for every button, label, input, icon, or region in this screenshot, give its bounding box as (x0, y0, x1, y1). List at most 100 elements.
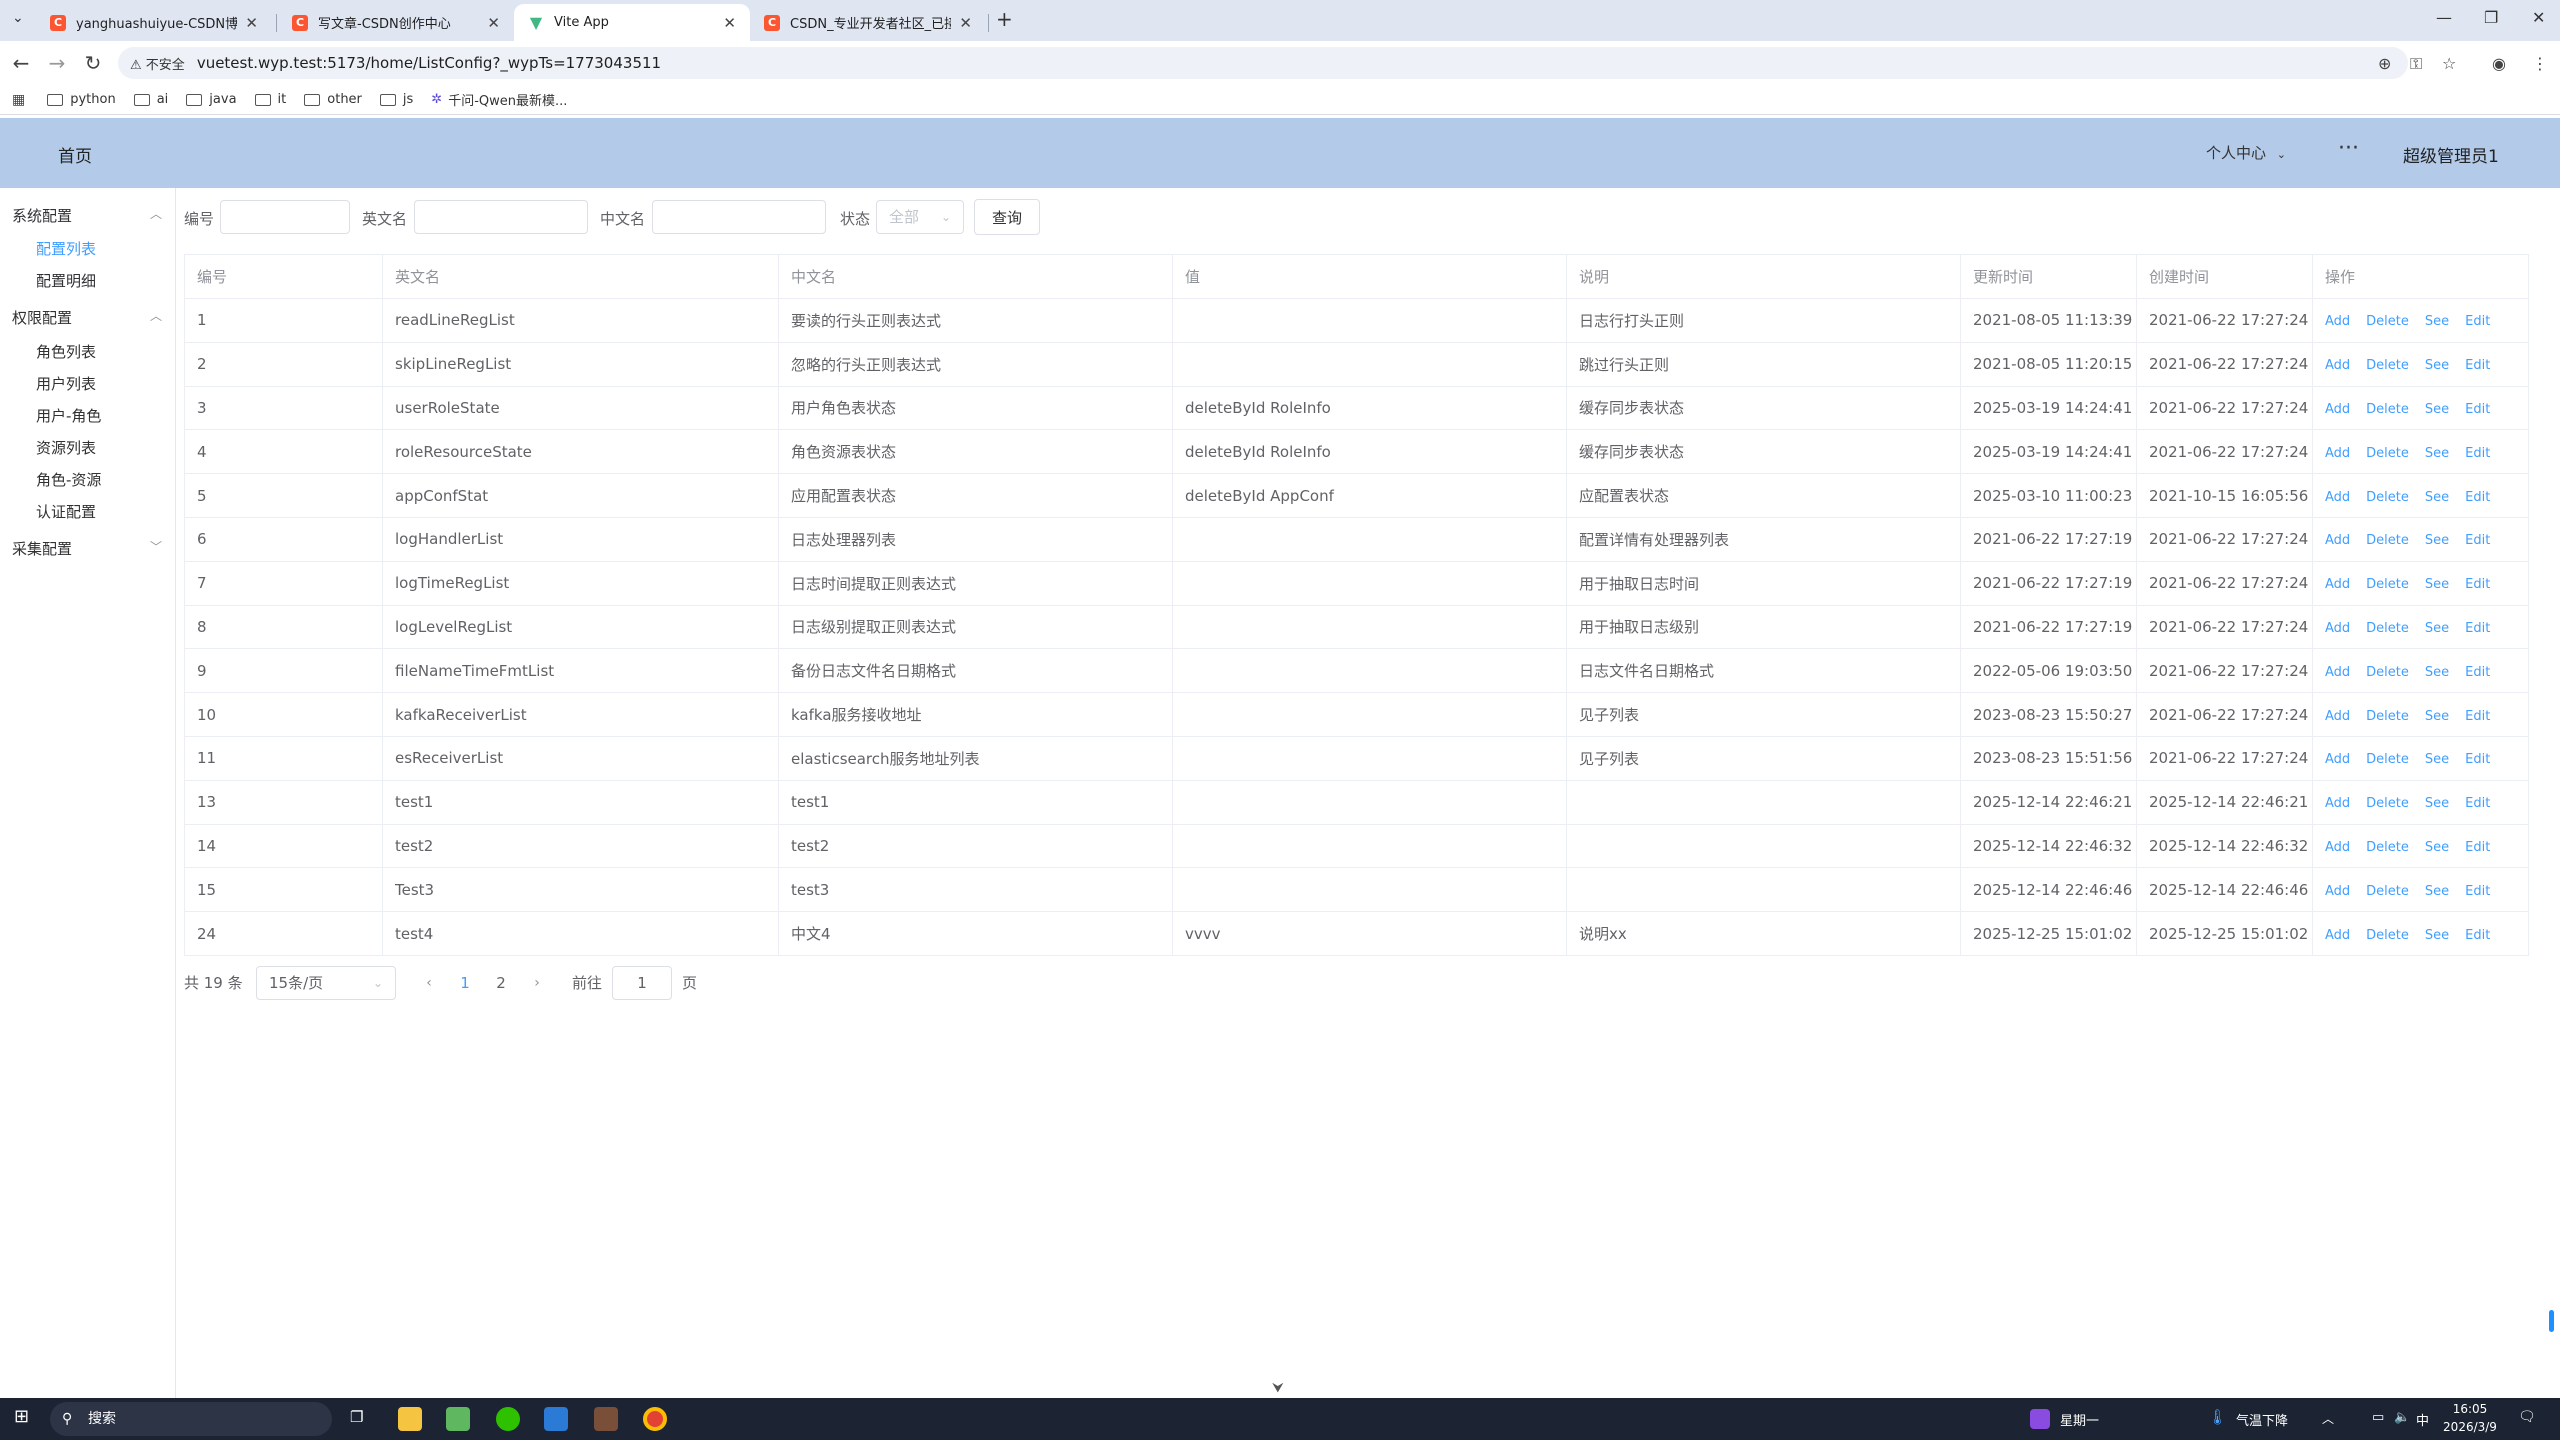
bookmark-qwen[interactable]: ✲ 千问-Qwen最新模... (431, 90, 567, 109)
chevron-down-icon[interactable]: ﹀ (150, 538, 162, 555)
edit-button[interactable]: Edit (2465, 577, 2490, 592)
apps-grid-icon[interactable]: ▦ (12, 92, 25, 108)
sidebar-item-user-list[interactable]: 用户列表 (36, 373, 96, 394)
password-key-icon[interactable]: ⚿ (2410, 54, 2422, 74)
clock-date[interactable]: 2026/3/9 (2442, 1420, 2498, 1434)
edit-button[interactable]: Edit (2465, 752, 2490, 767)
delete-button[interactable]: Delete (2366, 446, 2409, 461)
edit-button[interactable]: Edit (2465, 884, 2490, 899)
clock-time[interactable]: 16:05 (2442, 1402, 2498, 1416)
tab-search-icon[interactable]: ⌄ (12, 10, 24, 26)
add-button[interactable]: Add (2325, 752, 2350, 767)
notepad-icon[interactable] (446, 1407, 470, 1431)
next-page-icon[interactable]: › (522, 968, 552, 998)
add-button[interactable]: Add (2325, 928, 2350, 943)
security-indicator[interactable]: ⚠ 不安全 (130, 54, 185, 73)
see-button[interactable]: See (2425, 314, 2449, 329)
add-button[interactable]: Add (2325, 533, 2350, 548)
bookmark-folder-other[interactable]: other (304, 92, 362, 107)
delete-button[interactable]: Delete (2366, 796, 2409, 811)
edit-button[interactable]: Edit (2465, 665, 2490, 680)
see-button[interactable]: See (2425, 884, 2449, 899)
windows-start-icon[interactable]: ⊞ (14, 1406, 29, 1427)
add-button[interactable]: Add (2325, 665, 2350, 680)
delete-button[interactable]: Delete (2366, 709, 2409, 724)
restore-icon[interactable]: ❐ (2484, 8, 2498, 27)
browser-tab-4[interactable]: C CSDN_专业开发者社区_已接入 ✕ (750, 4, 986, 41)
sidebar-item-role-list[interactable]: 角色列表 (36, 341, 96, 362)
app-icon[interactable] (544, 1407, 568, 1431)
bookmark-star-icon[interactable]: ☆ (2442, 54, 2456, 73)
volume-icon[interactable]: 🔈 (2394, 1410, 2410, 1425)
notification-icon[interactable]: 🗨 (2518, 1409, 2536, 1425)
see-button[interactable]: See (2425, 358, 2449, 373)
sidebar-item-resource-list[interactable]: 资源列表 (36, 437, 96, 458)
page-size-select[interactable]: 15条/页 ⌄ (256, 966, 396, 1000)
see-button[interactable]: See (2425, 752, 2449, 767)
edit-button[interactable]: Edit (2465, 621, 2490, 636)
browser-tab-3[interactable]: ▼ Vite App ✕ (514, 4, 750, 41)
menu-icon[interactable]: ⋮ (2532, 54, 2548, 73)
bookmark-folder-it[interactable]: it (254, 92, 286, 107)
delete-button[interactable]: Delete (2366, 577, 2409, 592)
bookmark-folder-ai[interactable]: ai (133, 92, 168, 107)
sidebar-item-config-detail[interactable]: 配置明细 (36, 270, 96, 291)
add-button[interactable]: Add (2325, 884, 2350, 899)
prev-page-icon[interactable]: ‹ (414, 968, 444, 998)
zoom-icon[interactable]: ⊕ (2378, 54, 2391, 73)
edit-button[interactable]: Edit (2465, 533, 2490, 548)
minimize-icon[interactable]: — (2436, 8, 2452, 27)
edit-button[interactable]: Edit (2465, 796, 2490, 811)
close-icon[interactable]: ✕ (245, 14, 258, 32)
add-button[interactable]: Add (2325, 840, 2350, 855)
ime-indicator[interactable]: 中 (2416, 1410, 2429, 1429)
add-button[interactable]: Add (2325, 446, 2350, 461)
wechat-icon[interactable] (496, 1407, 520, 1431)
page-number-2[interactable]: 2 (486, 968, 516, 998)
see-button[interactable]: See (2425, 577, 2449, 592)
see-button[interactable]: See (2425, 709, 2449, 724)
sidebar-group-collect-config[interactable]: 采集配置 (12, 538, 72, 559)
close-window-icon[interactable]: ✕ (2532, 8, 2545, 27)
filter-id-input[interactable] (220, 200, 350, 234)
address-bar[interactable]: ⚠ 不安全 vuetest.wyp.test:5173/home/ListCon… (118, 47, 2408, 79)
edit-button[interactable]: Edit (2465, 314, 2490, 329)
sidebar-item-auth-config[interactable]: 认证配置 (36, 501, 96, 522)
edit-button[interactable]: Edit (2465, 490, 2490, 505)
edit-button[interactable]: Edit (2465, 358, 2490, 373)
add-button[interactable]: Add (2325, 709, 2350, 724)
add-button[interactable]: Add (2325, 358, 2350, 373)
page-number-1[interactable]: 1 (450, 968, 480, 998)
personal-center-dropdown[interactable]: 个人中心 ⌄ (2206, 142, 2286, 163)
delete-button[interactable]: Delete (2366, 928, 2409, 943)
bookmark-folder-java[interactable]: java (186, 92, 237, 107)
filter-en-input[interactable] (414, 200, 588, 234)
user-name[interactable]: 超级管理员1 (2403, 142, 2499, 167)
add-button[interactable]: Add (2325, 796, 2350, 811)
new-tab-icon[interactable]: + (996, 7, 1013, 31)
see-button[interactable]: See (2425, 446, 2449, 461)
settings-app-icon[interactable] (594, 1407, 618, 1431)
delete-button[interactable]: Delete (2366, 533, 2409, 548)
sidebar-item-role-resource[interactable]: 角色-资源 (36, 469, 101, 490)
scrollbar-thumb[interactable] (2549, 1310, 2554, 1332)
scroll-down-icon[interactable]: ⮟ (1272, 1380, 1284, 1396)
delete-button[interactable]: Delete (2366, 314, 2409, 329)
sidebar-item-config-list[interactable]: 配置列表 (36, 238, 96, 259)
add-button[interactable]: Add (2325, 577, 2350, 592)
browser-tab-2[interactable]: C 写文章-CSDN创作中心 ✕ (278, 4, 514, 41)
reload-icon[interactable]: ↻ (80, 51, 106, 75)
delete-button[interactable]: Delete (2366, 665, 2409, 680)
see-button[interactable]: See (2425, 490, 2449, 505)
home-link[interactable]: 首页 (58, 142, 92, 167)
chevron-up-icon[interactable]: ︿ (150, 205, 162, 222)
add-button[interactable]: Add (2325, 314, 2350, 329)
see-button[interactable]: See (2425, 928, 2449, 943)
add-button[interactable]: Add (2325, 402, 2350, 417)
back-icon[interactable]: ← (8, 51, 34, 75)
file-explorer-icon[interactable] (398, 1407, 422, 1431)
network-icon[interactable]: ▭ (2372, 1410, 2384, 1425)
sidebar-item-user-role[interactable]: 用户-角色 (36, 405, 101, 426)
goto-page-input[interactable]: 1 (612, 966, 672, 1000)
edit-button[interactable]: Edit (2465, 446, 2490, 461)
